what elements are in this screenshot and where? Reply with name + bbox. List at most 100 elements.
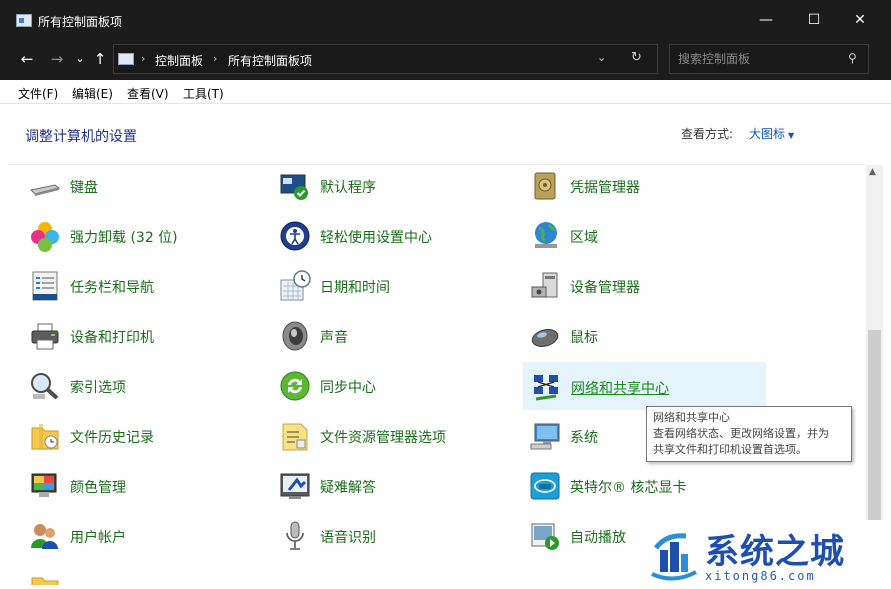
address-bar[interactable]: › 控制面板 › 所有控制面板项 ⌄ ↻	[113, 44, 658, 74]
refresh-icon[interactable]: ↻	[631, 50, 642, 65]
item-label[interactable]: 默认程序	[320, 177, 376, 197]
item-label[interactable]: 颜色管理	[70, 477, 126, 497]
item-label[interactable]: 索引选项	[70, 377, 126, 397]
minimize-button[interactable]: —	[743, 0, 789, 40]
item-indexing-options[interactable]: 索引选项	[23, 362, 266, 410]
printer-icon	[31, 323, 59, 350]
search-box[interactable]: ⚲	[669, 44, 869, 74]
calendar-clock-icon	[280, 270, 311, 301]
taskbar-icon	[32, 271, 58, 301]
sync-icon	[280, 371, 310, 401]
chevron-down-icon[interactable]: ⌄	[597, 51, 606, 64]
menu-view[interactable]: 查看(V)	[127, 85, 169, 102]
item-label[interactable]: 键盘	[70, 177, 98, 197]
item-label[interactable]: 区域	[570, 227, 598, 247]
back-arrow-icon[interactable]: ←	[17, 49, 37, 69]
item-devices-printers[interactable]: 设备和打印机	[23, 312, 266, 360]
item-label[interactable]: 语音识别	[320, 527, 376, 547]
search-icon[interactable]: ⚲	[848, 51, 857, 65]
mouse-icon	[531, 329, 559, 347]
item-uninstaller[interactable]: 强力卸载 (32 位)	[23, 212, 266, 260]
control-panel-icon	[118, 53, 134, 65]
scroll-up-icon[interactable]: ▲	[869, 167, 876, 177]
item-label[interactable]: 英特尔® 核芯显卡	[570, 477, 686, 497]
chevron-right-icon[interactable]: ›	[141, 52, 145, 65]
item-sound[interactable]: 声音	[273, 312, 516, 360]
up-arrow-icon[interactable]: ↑	[90, 49, 110, 69]
item-label[interactable]: 设备和打印机	[70, 327, 154, 347]
device-manager-icon	[531, 272, 558, 298]
view-by-value[interactable]: 大图标	[749, 127, 785, 141]
breadcrumb-control-panel[interactable]: 控制面板	[155, 52, 203, 69]
menu-tools[interactable]: 工具(T)	[183, 85, 224, 102]
item-sync-center[interactable]: 同步中心	[273, 362, 516, 410]
item-keyboard[interactable]: 键盘	[23, 162, 266, 210]
control-panel-window: 所有控制面板项 — ☐ ✕ ← → ⌄ ↑ › 控制面板 › 所有控制面板项 ⌄…	[0, 0, 891, 589]
ease-of-access-icon	[280, 221, 310, 251]
item-label[interactable]: 强力卸载 (32 位)	[70, 227, 178, 247]
tooltip-description-line1: 查看网络状态、更改网络设置，并为	[653, 427, 829, 440]
keyboard-icon	[29, 184, 61, 196]
maximize-button[interactable]: ☐	[791, 0, 837, 40]
region-globe-icon	[535, 222, 557, 248]
microphone-icon	[286, 521, 304, 550]
system-computer-icon	[530, 423, 560, 450]
item-mouse[interactable]: 鼠标	[523, 312, 766, 360]
item-ease-of-access[interactable]: 轻松使用设置中心	[273, 212, 516, 260]
item-label[interactable]: 设备管理器	[570, 277, 640, 297]
menu-bar: 文件(F) 编辑(E) 查看(V) 工具(T)	[0, 80, 891, 104]
troubleshooting-icon	[280, 473, 310, 499]
item-label[interactable]: 鼠标	[570, 327, 598, 347]
recent-locations-chevron-icon[interactable]: ⌄	[70, 49, 90, 69]
item-label[interactable]: 自动播放	[570, 527, 626, 547]
tooltip: 网络和共享中心 查看网络状态、更改网络设置，并为 共享文件和打印机设置首选项。	[646, 406, 852, 462]
item-label[interactable]: 系统	[570, 427, 598, 447]
speaker-icon	[282, 321, 308, 351]
item-partial-next-row[interactable]	[23, 562, 266, 585]
item-file-history[interactable]: 文件历史记录	[23, 412, 266, 460]
file-history-folder-icon	[31, 424, 59, 450]
watermark-url: xitong86.com	[705, 569, 816, 583]
item-speech-recognition[interactable]: 语音识别	[273, 512, 516, 560]
item-label[interactable]: 声音	[320, 327, 348, 347]
item-default-programs[interactable]: 默认程序	[273, 162, 516, 210]
watermark-text: 系统之城	[705, 532, 845, 572]
menu-file[interactable]: 文件(F)	[18, 85, 58, 102]
dropdown-caret-icon[interactable]: ▼	[788, 131, 794, 140]
page-title: 调整计算机的设置	[25, 129, 137, 145]
item-label[interactable]: 网络和共享中心	[571, 378, 669, 398]
item-label[interactable]: 日期和时间	[320, 277, 390, 297]
folder-options-icon	[282, 423, 308, 451]
item-device-manager[interactable]: 设备管理器	[523, 262, 766, 310]
forward-arrow-icon[interactable]: →	[47, 49, 67, 69]
item-label[interactable]: 文件资源管理器选项	[320, 427, 446, 447]
item-credential-manager[interactable]: 凭据管理器	[523, 162, 766, 210]
item-intel-graphics[interactable]: 英特尔® 核芯显卡	[523, 462, 766, 510]
item-user-accounts[interactable]: 用户帐户	[23, 512, 266, 560]
item-label[interactable]: 疑难解答	[320, 477, 376, 497]
content-pane: 调整计算机的设置 查看方式: 大图标 ▼ 键盘 默认程序 凭据管理器 强力卸载 (…	[8, 104, 883, 586]
search-input[interactable]	[678, 51, 838, 67]
city-logo-icon	[651, 533, 697, 581]
item-color-management[interactable]: 颜色管理	[23, 462, 266, 510]
chevron-right-icon[interactable]: ›	[213, 52, 217, 65]
item-taskbar[interactable]: 任务栏和导航	[23, 262, 266, 310]
item-date-time[interactable]: 日期和时间	[273, 262, 516, 310]
breadcrumb-all-items[interactable]: 所有控制面板项	[228, 52, 312, 69]
item-label[interactable]: 文件历史记录	[70, 427, 154, 447]
item-region[interactable]: 区域	[523, 212, 766, 260]
credential-manager-icon	[534, 172, 556, 200]
item-network-sharing-center[interactable]: 网络和共享中心	[523, 362, 766, 410]
control-panel-icon	[16, 14, 32, 27]
view-by-dropdown[interactable]: 大图标 ▼	[749, 125, 794, 142]
item-label[interactable]: 轻松使用设置中心	[320, 227, 432, 247]
item-label[interactable]: 凭据管理器	[570, 177, 640, 197]
item-label[interactable]: 任务栏和导航	[70, 277, 154, 297]
close-button[interactable]: ✕	[837, 0, 883, 40]
item-folder-options[interactable]: 文件资源管理器选项	[273, 412, 516, 460]
menu-edit[interactable]: 编辑(E)	[72, 85, 113, 102]
item-label[interactable]: 用户帐户	[70, 527, 126, 547]
item-troubleshooting[interactable]: 疑难解答	[273, 462, 516, 510]
indexing-magnifier-icon	[31, 373, 59, 400]
item-label[interactable]: 同步中心	[320, 377, 376, 397]
